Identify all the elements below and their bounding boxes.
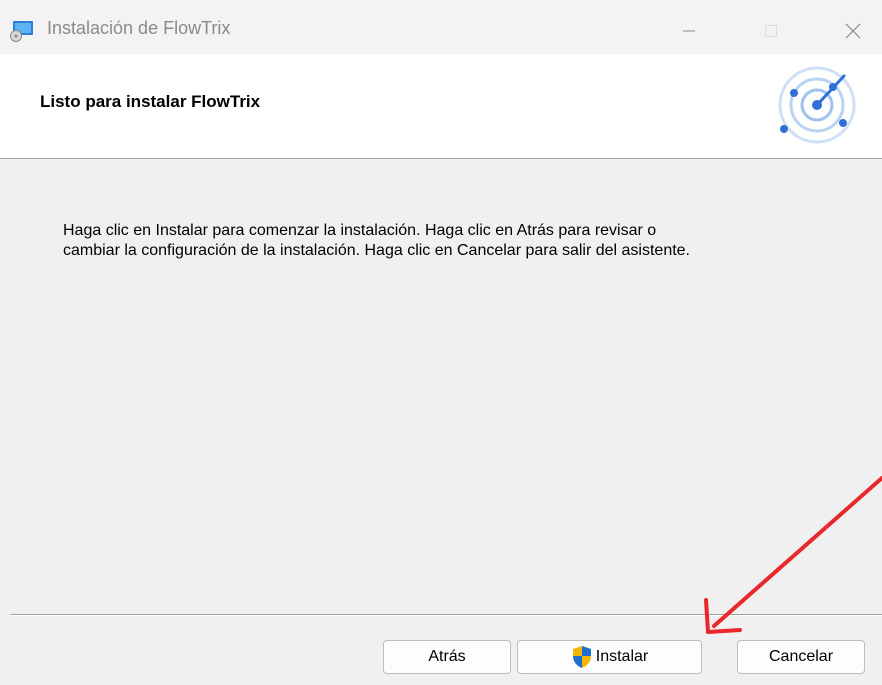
flowtrix-radar-logo-icon — [760, 56, 860, 156]
footer-separator — [10, 614, 882, 616]
close-button[interactable] — [830, 8, 876, 54]
uac-shield-icon — [571, 645, 593, 669]
maximize-button[interactable] — [748, 8, 794, 54]
install-button[interactable]: Instalar — [517, 640, 702, 674]
instructions-line-1: Haga clic en Instalar para comenzar la i… — [63, 222, 657, 239]
instructions-text: Haga clic en Instalar para comenzar la i… — [63, 221, 853, 261]
installer-window: Instalación de FlowTrix Listo para insta… — [0, 0, 882, 685]
back-button[interactable]: Atrás — [383, 640, 511, 674]
installer-app-icon — [10, 20, 34, 42]
minimize-button[interactable] — [666, 8, 712, 54]
title-bar[interactable]: Instalación de FlowTrix — [0, 0, 882, 54]
install-button-label: Instalar — [595, 648, 649, 665]
minimize-icon — [683, 30, 695, 32]
page-title: Listo para instalar FlowTrix — [40, 92, 261, 111]
content-area: Haga clic en Instalar para comenzar la i… — [0, 159, 882, 615]
back-button-label: Atrás — [428, 648, 466, 665]
close-icon — [845, 23, 861, 39]
maximize-icon — [765, 25, 777, 37]
cancel-button-label: Cancelar — [768, 648, 834, 665]
cancel-button[interactable]: Cancelar — [737, 640, 865, 674]
instructions-line-2: cambiar la configuración de la instalaci… — [63, 242, 690, 259]
header-banner: Listo para instalar FlowTrix — [0, 54, 882, 159]
window-title: Instalación de FlowTrix — [47, 18, 231, 38]
